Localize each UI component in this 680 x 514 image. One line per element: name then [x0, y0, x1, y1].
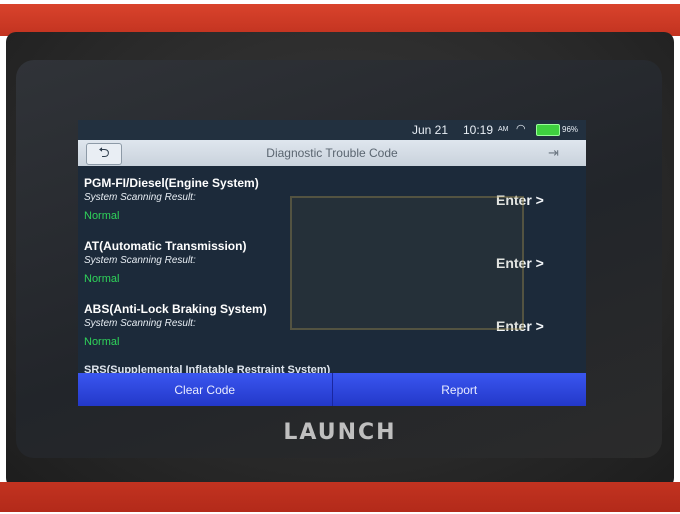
system-name: ABS(Anti-Lock Braking System)	[84, 302, 267, 316]
clear-code-button[interactable]: Clear Code	[78, 373, 332, 406]
scan-result: Normal	[84, 336, 120, 348]
enter-button[interactable]: Enter >	[496, 318, 544, 334]
system-list: PGM-FI/Diesel(Engine System) System Scan…	[78, 174, 586, 363]
report-button[interactable]: Report	[332, 373, 586, 406]
system-item-engine[interactable]: PGM-FI/Diesel(Engine System) System Scan…	[78, 174, 586, 237]
enter-button[interactable]: Enter >	[496, 255, 544, 271]
system-name: AT(Automatic Transmission)	[84, 239, 247, 253]
scan-label: System Scanning Result:	[84, 255, 196, 266]
device-screen: Jun 21 10:19 AM ◠ 96% ⮌ Diagnostic Troub…	[78, 120, 586, 406]
status-bar: Jun 21 10:19 AM ◠ 96%	[78, 120, 586, 140]
device-photo: Jun 21 10:19 AM ◠ 96% ⮌ Diagnostic Troub…	[0, 0, 680, 514]
battery-icon	[536, 124, 560, 136]
bottom-action-bar: Clear Code Report	[78, 373, 586, 406]
page-title: Diagnostic Trouble Code	[266, 146, 398, 160]
brand-logo: LAUNCH	[283, 420, 397, 445]
battery-percent: 96%	[562, 125, 579, 134]
enter-button[interactable]: Enter >	[496, 192, 544, 208]
scan-label: System Scanning Result:	[84, 192, 196, 203]
system-item-abs[interactable]: ABS(Anti-Lock Braking System) System Sca…	[78, 300, 586, 363]
scan-result: Normal	[84, 210, 120, 222]
system-name: PGM-FI/Diesel(Engine System)	[84, 176, 259, 190]
status-time: 10:19	[463, 123, 494, 137]
device-bottom-edge	[0, 482, 680, 512]
status-date: Jun 21	[412, 123, 449, 137]
scan-result: Normal	[84, 273, 120, 285]
system-item-transmission[interactable]: AT(Automatic Transmission) System Scanni…	[78, 237, 586, 300]
scan-label: System Scanning Result:	[84, 318, 196, 329]
exit-icon[interactable]: ⇥	[548, 145, 566, 161]
wifi-icon: ◠	[516, 123, 526, 135]
title-bar: ⮌ Diagnostic Trouble Code ⇥	[78, 140, 586, 166]
status-ampm: AM	[498, 126, 509, 133]
